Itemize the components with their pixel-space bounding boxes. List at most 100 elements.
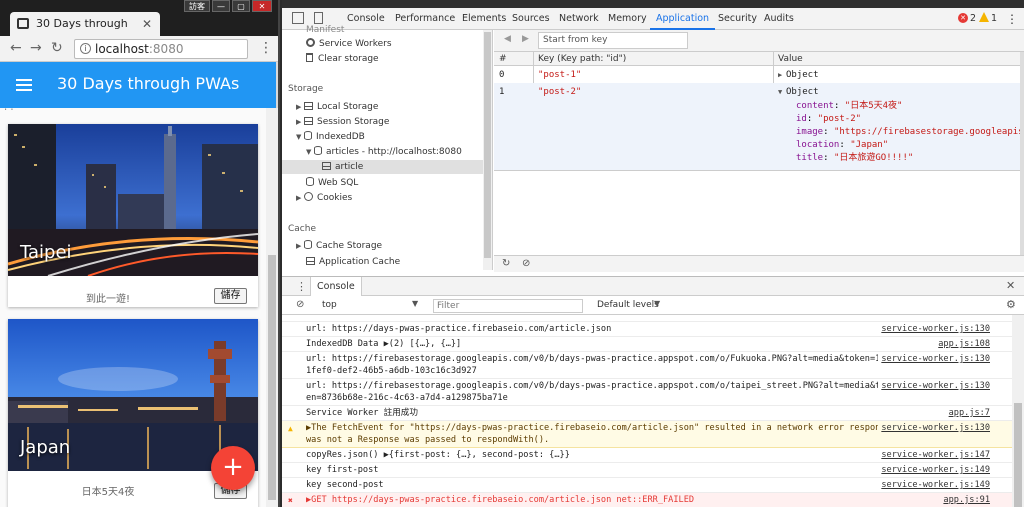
minimize-icon[interactable]: — <box>212 0 230 12</box>
console-scrollbar[interactable] <box>1012 315 1024 507</box>
browser-menu-icon[interactable]: ⋮ <box>259 40 273 56</box>
message-source-link[interactable]: service-worker.js:149 <box>878 464 990 476</box>
sidebar-item-service-workers[interactable]: Service Workers <box>306 37 392 51</box>
message-source-link[interactable]: service-worker.js:130 <box>878 380 990 392</box>
close-drawer-icon[interactable]: ✕ <box>1006 279 1015 292</box>
application-sidebar: Manifest Service Workers Clear storage S… <box>282 25 493 270</box>
row-value[interactable]: ▼ Object <box>778 86 819 98</box>
sidebar-item-clear-storage[interactable]: Clear storage <box>306 52 379 66</box>
column-header-value[interactable]: Value <box>778 52 803 66</box>
error-count[interactable]: 2 <box>970 8 976 30</box>
tab-sources[interactable]: Sources <box>512 8 550 30</box>
sidebar-item-session-storage[interactable]: ▶ Session Storage <box>296 115 389 129</box>
drawer-menu-icon[interactable]: ⋮ <box>296 280 307 293</box>
sidebar-item-cookies[interactable]: ▶ Cookies <box>296 191 352 205</box>
tab-audits[interactable]: Audits <box>764 8 794 30</box>
tab-memory[interactable]: Memory <box>608 8 647 30</box>
window-controls: 訪客 — ▢ ✕ <box>184 0 272 12</box>
tab-performance[interactable]: Performance <box>395 8 455 30</box>
row-value[interactable]: ▶ Object <box>778 69 819 81</box>
sidebar-item-cache-storage[interactable]: ▶ Cache Storage <box>296 239 382 253</box>
column-header-index[interactable]: # <box>499 52 507 66</box>
address-bar[interactable]: i localhost:8080 <box>74 39 248 59</box>
sidebar-scrollbar[interactable] <box>483 30 492 270</box>
column-header-key[interactable]: Key (Key path: "id") <box>538 52 627 66</box>
add-post-button[interactable]: + <box>211 446 255 490</box>
expand-arrow-icon[interactable]: ▶ <box>778 69 786 81</box>
context-selector[interactable]: top <box>322 300 337 310</box>
database-icon <box>314 146 322 155</box>
devtools-menu-icon[interactable]: ⋮ <box>1006 8 1018 30</box>
app-bar: 30 Days through PWAs <box>0 62 276 108</box>
close-tab-icon[interactable]: ✕ <box>142 12 152 36</box>
row-key[interactable]: "post-1" <box>538 69 581 81</box>
tab-elements[interactable]: Elements <box>462 8 506 30</box>
message-source-link[interactable]: app.js:91 <box>940 494 990 506</box>
sidebar-item-local-storage[interactable]: ▶ Local Storage <box>296 100 378 114</box>
sidebar-item-manifest[interactable]: Manifest <box>306 23 344 37</box>
previous-page-icon[interactable]: ◀ <box>504 34 511 44</box>
expand-arrow-icon[interactable]: ▶ <box>296 191 304 205</box>
error-icon[interactable]: ✕ <box>958 13 968 23</box>
sidebar-item-article-store[interactable]: article <box>282 160 483 174</box>
collapse-arrow-icon[interactable]: ▼ <box>778 86 786 98</box>
sidebar-item-articles-db[interactable]: ▼ articles - http://localhost:8080 <box>306 145 462 159</box>
chevron-down-icon[interactable]: ▼ <box>412 299 418 308</box>
message-source-link[interactable]: service-worker.js:130 <box>878 353 990 365</box>
clear-icon[interactable]: ⊘ <box>522 258 530 269</box>
console-scroll-thumb[interactable] <box>1014 403 1022 507</box>
drawer-tab-console[interactable]: Console <box>310 277 362 296</box>
maximize-icon[interactable]: ▢ <box>232 0 250 12</box>
console-filter-input[interactable]: Filter <box>433 299 583 313</box>
hamburger-menu-icon[interactable] <box>16 79 32 91</box>
collapse-arrow-icon[interactable]: ▼ <box>306 145 314 159</box>
console-settings-icon[interactable]: ⚙ <box>1006 298 1016 311</box>
page-icon <box>17 18 29 29</box>
database-icon <box>304 131 312 140</box>
tab-application[interactable]: Application <box>650 8 716 30</box>
sidebar-item-indexeddb[interactable]: ▼ IndexedDB <box>296 130 365 144</box>
log-levels-dropdown[interactable]: Default levels <box>597 300 659 310</box>
chevron-down-icon[interactable]: ▼ <box>654 299 660 308</box>
message-source-link[interactable]: service-worker.js:147 <box>878 449 990 461</box>
message-source-link[interactable]: app.js:7 <box>945 407 990 419</box>
row-index: 0 <box>499 70 505 80</box>
next-page-icon[interactable]: ▶ <box>522 34 529 44</box>
refresh-icon[interactable]: ↻ <box>502 258 510 269</box>
sidebar-scroll-thumb[interactable] <box>484 32 491 258</box>
expand-arrow-icon[interactable]: ▶ <box>296 239 304 253</box>
inspect-icon[interactable] <box>292 12 304 24</box>
start-key-input[interactable]: Start from key <box>538 32 688 49</box>
expand-arrow-icon[interactable]: ▶ <box>296 115 304 129</box>
storage-section-header: Storage <box>288 84 324 94</box>
row-key[interactable]: "post-2" <box>538 86 581 98</box>
browser-tab[interactable]: 30 Days through PWAs ✕ <box>10 12 160 54</box>
object-property: image: "https://firebasestorage.googleap… <box>796 127 1024 137</box>
forward-icon[interactable]: → <box>30 40 42 56</box>
info-icon[interactable]: i <box>80 43 91 54</box>
article-card: Taipei 到此一遊! 儲存 <box>8 124 258 307</box>
save-button[interactable]: 儲存 <box>214 288 247 304</box>
tab-security[interactable]: Security <box>718 8 757 30</box>
clear-console-icon[interactable]: ⊘ <box>296 299 304 310</box>
console-message-clipped <box>282 315 1012 322</box>
warning-icon[interactable] <box>979 12 989 22</box>
expand-arrow-icon[interactable]: ▶ <box>296 100 304 114</box>
profile-label[interactable]: 訪客 <box>184 0 210 12</box>
devtools-panel: Console Performance Elements Sources Net… <box>282 0 1024 507</box>
back-icon[interactable]: ← <box>10 40 22 56</box>
console-message: url: https://firebasestorage.googleapis.… <box>282 379 1012 406</box>
tab-network[interactable]: Network <box>559 8 599 30</box>
sidebar-item-application-cache[interactable]: Application Cache <box>306 255 400 269</box>
message-source-link[interactable]: service-worker.js:130 <box>878 422 990 434</box>
tab-console[interactable]: Console <box>347 8 385 30</box>
message-source-link[interactable]: service-worker.js:130 <box>878 323 990 335</box>
close-window-icon[interactable]: ✕ <box>252 0 272 12</box>
sidebar-item-web-sql[interactable]: Web SQL <box>306 176 358 190</box>
collapse-arrow-icon[interactable]: ▼ <box>296 130 304 144</box>
reload-icon[interactable]: ↻ <box>51 40 63 56</box>
message-source-link[interactable]: app.js:108 <box>935 338 990 350</box>
warning-count[interactable]: 1 <box>991 8 997 30</box>
page-scroll-thumb[interactable] <box>268 255 276 500</box>
message-source-link[interactable]: service-worker.js:149 <box>878 479 990 491</box>
